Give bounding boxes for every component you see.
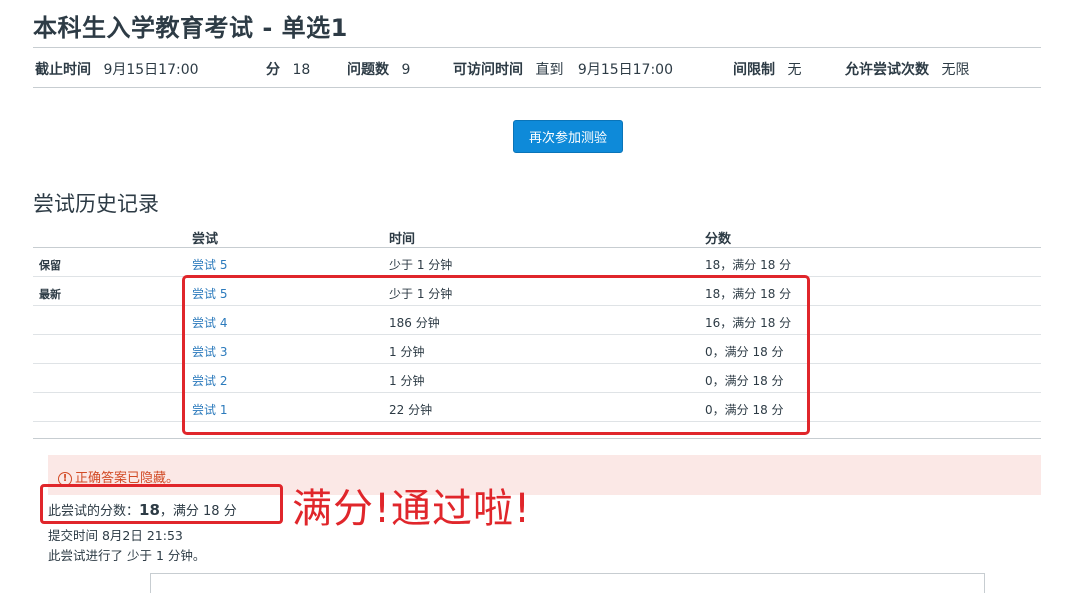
meta-time-limit: 间限制 无 <box>733 59 801 79</box>
meta-available-label: 可访问时间 <box>453 62 523 78</box>
bottom-panel-edge <box>150 573 985 593</box>
submitted-time: 提交时间 8月2日 21:53 <box>48 528 183 543</box>
meta-time-limit-value: 无 <box>787 62 802 78</box>
retake-quiz-button[interactable]: 再次参加测验 <box>513 120 623 153</box>
row-label: 保留 <box>39 259 61 272</box>
meta-divider <box>33 87 1041 88</box>
score-value: 18 <box>139 501 160 519</box>
attempt-time: 少于 1 分钟 <box>389 258 453 272</box>
meta-attempts-value: 无限 <box>941 62 970 78</box>
meta-points: 分 18 <box>266 59 310 79</box>
meta-available-value: 9月15日17:00 <box>577 62 673 78</box>
title-divider <box>33 47 1041 48</box>
score-suffix: ，满分 18 分 <box>159 504 237 519</box>
meta-due-value: 9月15日17:00 <box>103 62 199 78</box>
meta-attempts-label: 允许尝试次数 <box>845 62 929 78</box>
meta-points-label: 分 <box>266 62 280 78</box>
meta-time-limit-label: 间限制 <box>733 62 775 78</box>
header-divider <box>33 247 1041 248</box>
attempts-highlight-box <box>182 275 810 435</box>
meta-attempts: 允许尝试次数 无限 <box>845 59 969 79</box>
meta-questions: 问题数 9 <box>347 59 410 79</box>
annotation-text: 满分!通过啦! <box>292 486 532 532</box>
meta-points-value: 18 <box>292 62 311 78</box>
attempt-link[interactable]: 尝试 5 <box>192 258 227 272</box>
meta-questions-value: 9 <box>401 62 411 78</box>
attempt-duration: 此尝试进行了 少于 1 分钟。 <box>48 548 206 563</box>
header-attempt: 尝试 <box>192 232 219 247</box>
history-title: 尝试历史记录 <box>33 192 159 216</box>
meta-due: 截止时间 9月15日17:00 <box>35 59 199 79</box>
page-title: 本科生入学教育考试 - 单选1 <box>33 14 348 42</box>
score-prefix: 此尝试的分数： <box>48 504 140 519</box>
meta-questions-label: 问题数 <box>347 62 389 78</box>
meta-available: 可访问时间 直到 9月15日17:00 <box>453 59 673 79</box>
header-time: 时间 <box>389 232 416 247</box>
meta-available-prefix: 直到 <box>535 62 564 78</box>
header-score: 分数 <box>705 232 732 247</box>
meta-due-label: 截止时间 <box>35 62 91 78</box>
history-divider <box>33 438 1041 439</box>
attempt-score: 此尝试的分数：18，满分 18 分 <box>48 500 237 519</box>
attempt-score-cell: 18，满分 18 分 <box>705 258 792 272</box>
row-label: 最新 <box>39 288 61 301</box>
